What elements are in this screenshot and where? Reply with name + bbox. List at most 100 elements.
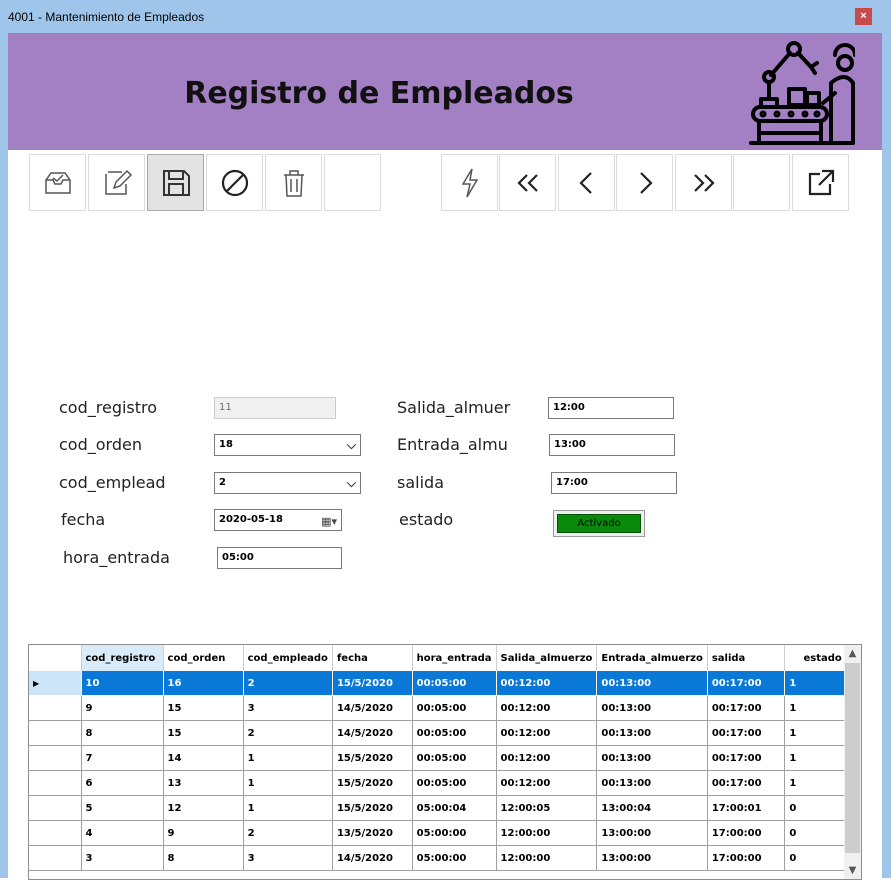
table-cell[interactable]: 17:00:00	[707, 820, 786, 846]
table-cell[interactable]: 00:12:00	[496, 745, 598, 771]
table-cell[interactable]: 4	[81, 820, 164, 846]
empty-nav-button[interactable]	[733, 154, 790, 211]
cancel-button[interactable]	[206, 154, 263, 211]
row-header[interactable]	[29, 845, 82, 871]
table-cell[interactable]: 00:13:00	[596, 720, 708, 746]
table-cell[interactable]: 00:05:00	[412, 671, 497, 696]
table-row[interactable]: 6 13 1 15/5/2020 00:05:00 00:12:00 00:13:00 00:…	[29, 770, 861, 796]
export-button[interactable]	[792, 154, 849, 211]
table-cell[interactable]: 00:12:00	[496, 671, 598, 696]
scroll-thumb[interactable]	[845, 663, 860, 853]
previous-record-button[interactable]	[558, 154, 615, 211]
table-cell[interactable]: 13:00:00	[596, 820, 708, 846]
table-cell[interactable]: 10	[81, 671, 164, 696]
salida-field[interactable]: 17:00	[551, 472, 677, 494]
table-cell[interactable]: 13:00:00	[596, 845, 708, 871]
table-cell[interactable]: 14/5/2020	[332, 720, 413, 746]
table-cell[interactable]: 2	[243, 820, 333, 846]
cod-emplead-select[interactable]: 2 ⌵	[214, 472, 361, 494]
column-header[interactable]: cod_orden	[163, 645, 244, 671]
table-cell[interactable]: 05:00:00	[412, 845, 497, 871]
table-cell[interactable]: 00:05:00	[412, 770, 497, 796]
table-cell[interactable]: 00:05:00	[412, 745, 497, 771]
scroll-down-icon[interactable]: ▼	[844, 862, 861, 879]
entrada-almu-field[interactable]: 13:00	[549, 434, 675, 456]
table-cell[interactable]: 9	[163, 820, 244, 846]
table-row[interactable]: ▶ 10 16 2 15/5/2020 00:05:00 00:12:00 00:13:00 0…	[29, 671, 861, 696]
table-cell[interactable]: 00:05:00	[412, 720, 497, 746]
next-record-button[interactable]	[616, 154, 673, 211]
edit-button[interactable]	[88, 154, 145, 211]
last-record-button[interactable]	[675, 154, 732, 211]
column-header[interactable]: Salida_almuerzo	[496, 645, 598, 671]
row-header[interactable]	[29, 695, 82, 721]
vertical-scrollbar[interactable]: ▲ ▼	[844, 645, 861, 879]
column-header[interactable]: salida	[707, 645, 786, 671]
table-cell[interactable]: 1	[243, 770, 333, 796]
table-cell[interactable]: 13/5/2020	[332, 820, 413, 846]
table-cell[interactable]: 00:17:00	[707, 695, 786, 721]
close-button[interactable]: ×	[855, 8, 872, 25]
scroll-up-icon[interactable]: ▲	[844, 645, 861, 662]
table-cell[interactable]: 17:00:00	[707, 845, 786, 871]
table-cell[interactable]: 13:00:04	[596, 795, 708, 821]
table-cell[interactable]: 05:00:04	[412, 795, 497, 821]
table-cell[interactable]: 15	[163, 695, 244, 721]
table-cell[interactable]: 05:00:00	[412, 820, 497, 846]
table-cell[interactable]: 00:17:00	[707, 671, 786, 696]
table-cell[interactable]: 2	[243, 720, 333, 746]
save-button[interactable]	[147, 154, 204, 211]
calendar-dropdown-icon[interactable]: ▦▾	[321, 512, 337, 532]
table-cell[interactable]: 15/5/2020	[332, 745, 413, 771]
table-cell[interactable]: 00:13:00	[596, 745, 708, 771]
table-cell[interactable]: 12:00:05	[496, 795, 598, 821]
table-cell[interactable]: 12	[163, 795, 244, 821]
cod-orden-select[interactable]: 18 ⌵	[214, 434, 361, 456]
table-cell[interactable]: 00:17:00	[707, 720, 786, 746]
table-cell[interactable]: 6	[81, 770, 164, 796]
table-cell[interactable]: 17:00:01	[707, 795, 786, 821]
table-cell[interactable]: 00:05:00	[412, 695, 497, 721]
action-button[interactable]	[441, 154, 498, 211]
table-row[interactable]: 3 8 3 14/5/2020 05:00:00 12:00:00 13:00:00 17:0…	[29, 845, 861, 871]
table-row[interactable]: 9 15 3 14/5/2020 00:05:00 00:12:00 00:13:00 00:…	[29, 695, 861, 721]
table-cell[interactable]: 2	[243, 671, 333, 696]
column-header[interactable]: hora_entrada	[412, 645, 497, 671]
table-cell[interactable]: 8	[81, 720, 164, 746]
table-cell[interactable]: 8	[163, 845, 244, 871]
salida-almuer-field[interactable]: 12:00	[548, 397, 674, 419]
table-cell[interactable]: 9	[81, 695, 164, 721]
table-cell[interactable]: 1	[243, 745, 333, 771]
table-cell[interactable]: 3	[243, 695, 333, 721]
chevron-down-icon[interactable]: ⌵	[347, 435, 356, 455]
table-cell[interactable]: 15/5/2020	[332, 770, 413, 796]
table-row[interactable]: 7 14 1 15/5/2020 00:05:00 00:12:00 00:13:00 00:…	[29, 745, 861, 771]
records-grid[interactable]: cod_registro cod_orden cod_empleado fech…	[28, 644, 862, 880]
table-cell[interactable]: 00:17:00	[707, 745, 786, 771]
table-cell[interactable]: 00:13:00	[596, 695, 708, 721]
row-header[interactable]	[29, 745, 82, 771]
cod-registro-field[interactable]: 11	[214, 397, 336, 419]
table-row[interactable]: 8 15 2 14/5/2020 00:05:00 00:12:00 00:13:00 00:…	[29, 720, 861, 746]
column-header[interactable]: cod_registro	[81, 645, 164, 671]
row-header[interactable]	[29, 720, 82, 746]
estado-toggle[interactable]: Activado	[553, 510, 645, 537]
table-row[interactable]: 4 9 2 13/5/2020 05:00:00 12:00:00 13:00:00 17:0…	[29, 820, 861, 846]
delete-button[interactable]	[265, 154, 322, 211]
table-cell[interactable]: 00:13:00	[596, 770, 708, 796]
table-cell[interactable]: 00:12:00	[496, 720, 598, 746]
table-cell[interactable]: 7	[81, 745, 164, 771]
table-cell[interactable]: 00:13:00	[596, 671, 708, 696]
table-cell[interactable]: 12:00:00	[496, 845, 598, 871]
table-cell[interactable]: 1	[243, 795, 333, 821]
row-header[interactable]	[29, 795, 82, 821]
table-cell[interactable]: 3	[81, 845, 164, 871]
column-header[interactable]: cod_empleado	[243, 645, 333, 671]
table-cell[interactable]: 14/5/2020	[332, 845, 413, 871]
table-cell[interactable]: 5	[81, 795, 164, 821]
column-header[interactable]: fecha	[332, 645, 413, 671]
table-cell[interactable]: 15/5/2020	[332, 671, 413, 696]
current-row-indicator-icon[interactable]: ▶	[29, 671, 82, 696]
column-header[interactable]: Entrada_almuerzo	[596, 645, 708, 671]
fecha-date-picker[interactable]: 2020-05-18 ▦▾	[214, 509, 342, 531]
